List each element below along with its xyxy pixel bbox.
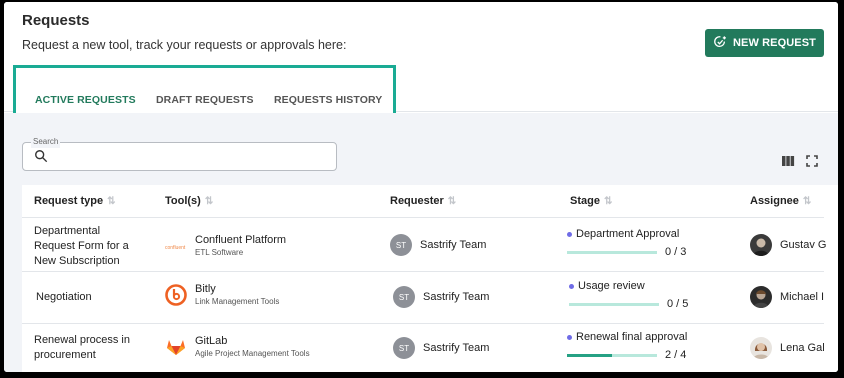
progress-fill bbox=[567, 353, 612, 357]
row-3-tool[interactable]: GitLab Agile Project Management Tools bbox=[165, 335, 310, 358]
row-3-assignee: Lena Gal bbox=[750, 337, 825, 359]
row-1-request-type[interactable]: Departmental Request Form for a New Subs… bbox=[34, 224, 144, 269]
requests-table: Request type ⇅ Tool(s) ⇅ Requester ⇅ Stage ⇅… bbox=[22, 185, 838, 372]
tab-draft-requests[interactable]: DRAFT REQUESTS bbox=[156, 94, 254, 106]
sort-icon: ⇅ bbox=[107, 195, 116, 207]
columns-icon[interactable] bbox=[781, 154, 795, 168]
header-assignee[interactable]: Assignee ⇅ bbox=[750, 195, 811, 207]
avatar: ST bbox=[390, 234, 412, 256]
page-subtitle: Request a new tool, track your requests … bbox=[22, 38, 347, 52]
row-2-progress-bar bbox=[569, 302, 659, 306]
row-1-requester: ST Sastrify Team bbox=[390, 234, 486, 256]
row-2-stage: Usage review 0 / 5 bbox=[569, 280, 688, 310]
sort-icon: ⇅ bbox=[603, 195, 613, 207]
row-1-stage-name: Department Approval bbox=[576, 228, 680, 240]
avatar: ST bbox=[393, 286, 415, 308]
header-stage[interactable]: Stage ⇅ bbox=[570, 195, 612, 207]
avatar bbox=[750, 286, 772, 308]
row-2-request-type[interactable]: Negotiation bbox=[36, 290, 146, 305]
divider bbox=[22, 323, 824, 324]
search-icon bbox=[35, 150, 48, 163]
svg-text:confluent: confluent bbox=[165, 245, 186, 251]
avatar bbox=[750, 337, 772, 359]
row-2-tool[interactable]: Bitly Link Management Tools bbox=[165, 283, 279, 306]
sort-icon: ⇅ bbox=[447, 195, 457, 207]
stage-dot bbox=[567, 334, 572, 340]
header-assignee-label: Assignee bbox=[750, 195, 799, 207]
row-3-request-type[interactable]: Renewal process in procurement bbox=[34, 333, 144, 363]
avatar bbox=[750, 234, 772, 256]
row-1-requester-name: Sastrify Team bbox=[420, 239, 487, 251]
header-tools[interactable]: Tool(s) ⇅ bbox=[165, 195, 213, 207]
bitly-logo-icon bbox=[165, 283, 187, 306]
row-3-requester: ST Sastrify Team bbox=[393, 337, 489, 359]
row-2-tool-category: Link Management Tools bbox=[195, 297, 280, 306]
confluent-logo-icon: confluent bbox=[165, 235, 187, 257]
fullscreen-icon[interactable] bbox=[805, 154, 819, 168]
row-1-progress-text: 0 / 3 bbox=[665, 246, 687, 258]
row-2-tool-name: Bitly bbox=[195, 283, 216, 295]
new-request-icon bbox=[713, 35, 727, 52]
header-requester-label: Requester bbox=[390, 195, 444, 207]
gitlab-logo-icon bbox=[165, 336, 187, 358]
row-1-progress-bar bbox=[567, 250, 657, 254]
tab-requests-history[interactable]: REQUESTS HISTORY bbox=[274, 94, 382, 106]
row-3-stage: Renewal final approval 2 / 4 bbox=[567, 331, 687, 361]
page-header: Requests Request a new tool, track your … bbox=[4, 2, 838, 125]
row-3-progress-bar bbox=[567, 353, 657, 357]
row-1-tool-category: ETL Software bbox=[195, 248, 244, 257]
row-2-requester-name: Sastrify Team bbox=[423, 291, 490, 303]
divider bbox=[22, 217, 824, 218]
sort-icon: ⇅ bbox=[204, 195, 214, 207]
row-2-assignee: Michael I bbox=[750, 286, 824, 308]
stage-dot bbox=[569, 283, 574, 289]
new-request-label: NEW REQUEST bbox=[733, 37, 816, 49]
requests-page: Requests Request a new tool, track your … bbox=[4, 2, 838, 372]
row-2-progress-text: 0 / 5 bbox=[667, 298, 689, 310]
page-title: Requests bbox=[22, 12, 90, 29]
row-1-stage: Department Approval 0 / 3 bbox=[567, 228, 686, 258]
row-1-assignee: Gustav G bbox=[750, 234, 826, 256]
header-stage-label: Stage bbox=[570, 195, 600, 207]
row-3-stage-name: Renewal final approval bbox=[576, 331, 688, 343]
header-tools-label: Tool(s) bbox=[165, 195, 201, 207]
row-1-tool-name: Confluent Platform bbox=[195, 234, 287, 246]
row-3-assignee-name: Lena Gal bbox=[780, 342, 825, 354]
row-2-requester: ST Sastrify Team bbox=[393, 286, 489, 308]
header-requester[interactable]: Requester ⇅ bbox=[390, 195, 456, 207]
row-2-assignee-name: Michael I bbox=[780, 291, 825, 303]
divider bbox=[22, 271, 824, 272]
row-3-requester-name: Sastrify Team bbox=[423, 342, 490, 354]
stage-dot bbox=[567, 231, 572, 237]
avatar: ST bbox=[393, 337, 415, 359]
row-2-stage-name: Usage review bbox=[578, 280, 645, 292]
search-box[interactable]: Search bbox=[22, 136, 337, 171]
row-3-tool-name: GitLab bbox=[195, 335, 228, 347]
search-input[interactable] bbox=[53, 147, 323, 167]
tab-active-requests[interactable]: ACTIVE REQUESTS bbox=[35, 94, 136, 106]
row-1-assignee-name: Gustav G bbox=[780, 239, 827, 251]
row-3-progress-text: 2 / 4 bbox=[665, 349, 687, 361]
sort-icon: ⇅ bbox=[802, 195, 812, 207]
header-request-type[interactable]: Request type ⇅ bbox=[34, 195, 115, 207]
requests-content: Search Request type ⇅ Tool(s) ⇅ Requester ⇅… bbox=[4, 113, 838, 372]
header-request-type-label: Request type bbox=[34, 195, 104, 207]
row-1-tool[interactable]: confluent Confluent Platform ETL Softwar… bbox=[165, 234, 286, 257]
row-3-tool-category: Agile Project Management Tools bbox=[195, 349, 310, 358]
new-request-button[interactable]: NEW REQUEST bbox=[705, 29, 824, 57]
